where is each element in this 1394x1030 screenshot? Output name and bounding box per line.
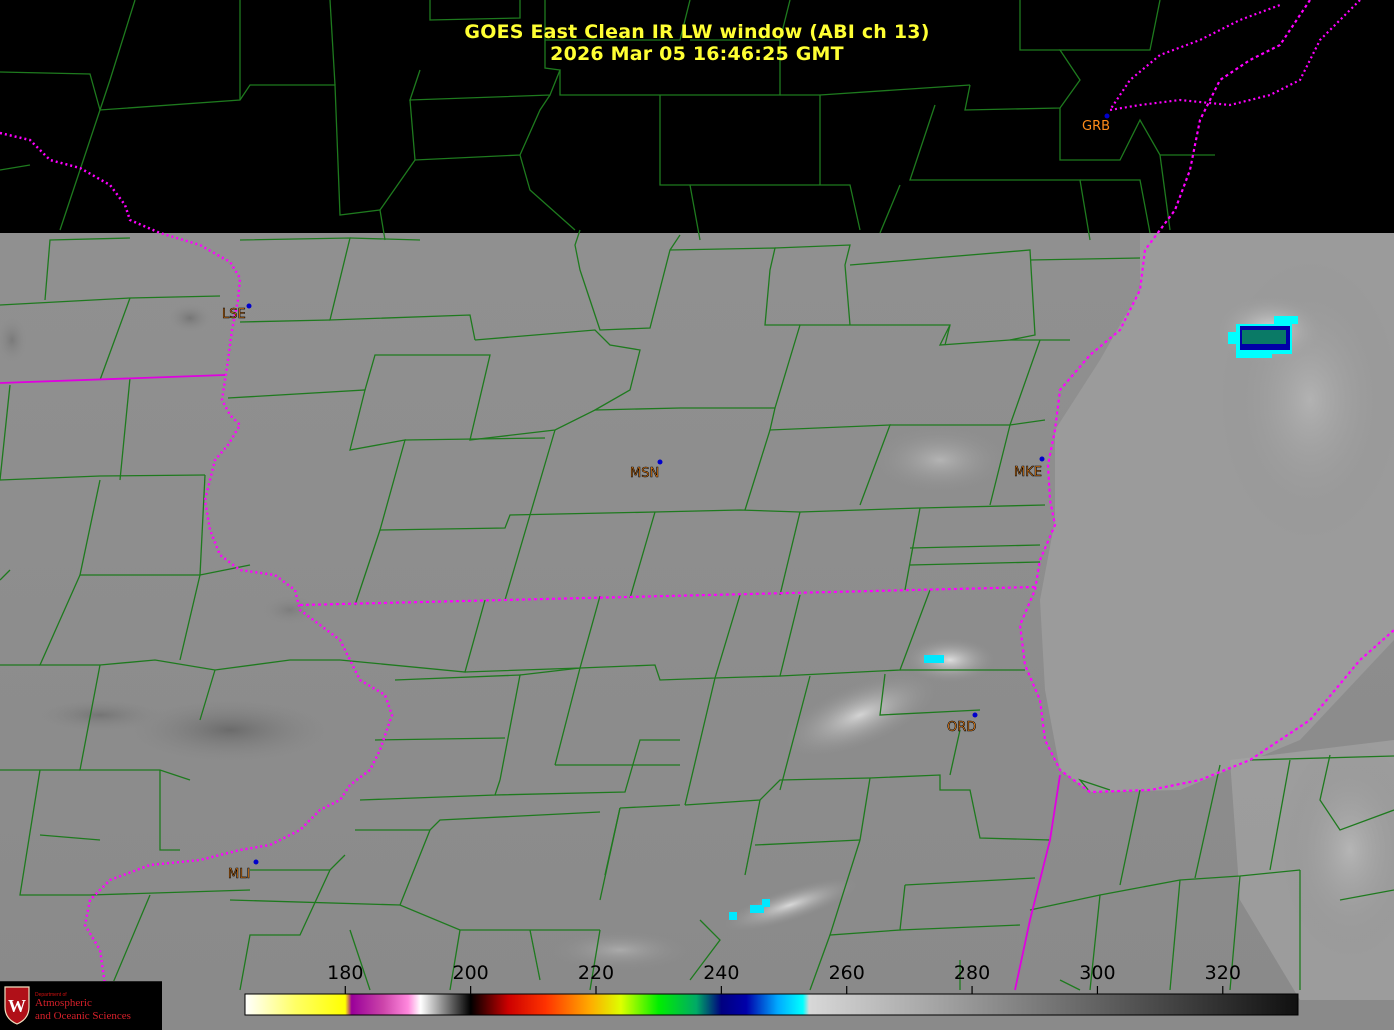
cold-cloud-pixels-ord [924, 655, 944, 663]
station-dot-icon [972, 712, 978, 718]
color-bar-tick-label: 260 [828, 962, 865, 984]
station-label: ORD [947, 720, 976, 735]
color-bar-tick-label: 320 [1204, 962, 1241, 984]
svg-text:W: W [8, 996, 26, 1016]
station-label: MKE [1014, 465, 1042, 480]
station-dot-icon [1039, 456, 1045, 462]
color-bar-tick-label: 300 [1079, 962, 1116, 984]
satellite-image-page: GRB LSE MSN MKE ORD MLI GOES East Clean … [0, 0, 1394, 1030]
image-timestamp: 2026 Mar 05 16:46:25 GMT [550, 43, 844, 65]
logo-name-line1: Atmospheric [35, 997, 92, 1009]
station-dot-icon [1104, 113, 1110, 119]
color-bar-tick-label: 220 [577, 962, 615, 984]
color-bar-tick-label: 200 [452, 962, 489, 984]
ir-map: GRB LSE MSN MKE ORD MLI [0, 0, 1394, 1030]
station-label: GRB [1082, 119, 1110, 134]
image-title: GOES East Clean IR LW window (ABI ch 13) [464, 21, 930, 43]
station-label: LSE [222, 307, 246, 322]
color-bar-gradient [244, 993, 1299, 1016]
station-label: MSN [630, 466, 659, 481]
logo-name-line2: and Oceanic Sciences [35, 1010, 131, 1022]
station-label: MLI [228, 867, 250, 882]
uw-crest-icon: W [4, 986, 30, 1025]
color-bar-tick-label: 180 [327, 962, 364, 984]
station-grb[interactable]: GRB [1082, 113, 1110, 135]
station-dot-icon [253, 859, 259, 865]
color-bar-tick-label: 280 [953, 962, 991, 984]
station-dot-icon [657, 459, 663, 465]
aos-logo: W Department of Atmospheric and Oceanic … [0, 981, 162, 1030]
station-dot-icon [246, 303, 252, 309]
color-bar-tick-label: 240 [703, 962, 740, 984]
ir-field [0, 233, 1394, 1030]
